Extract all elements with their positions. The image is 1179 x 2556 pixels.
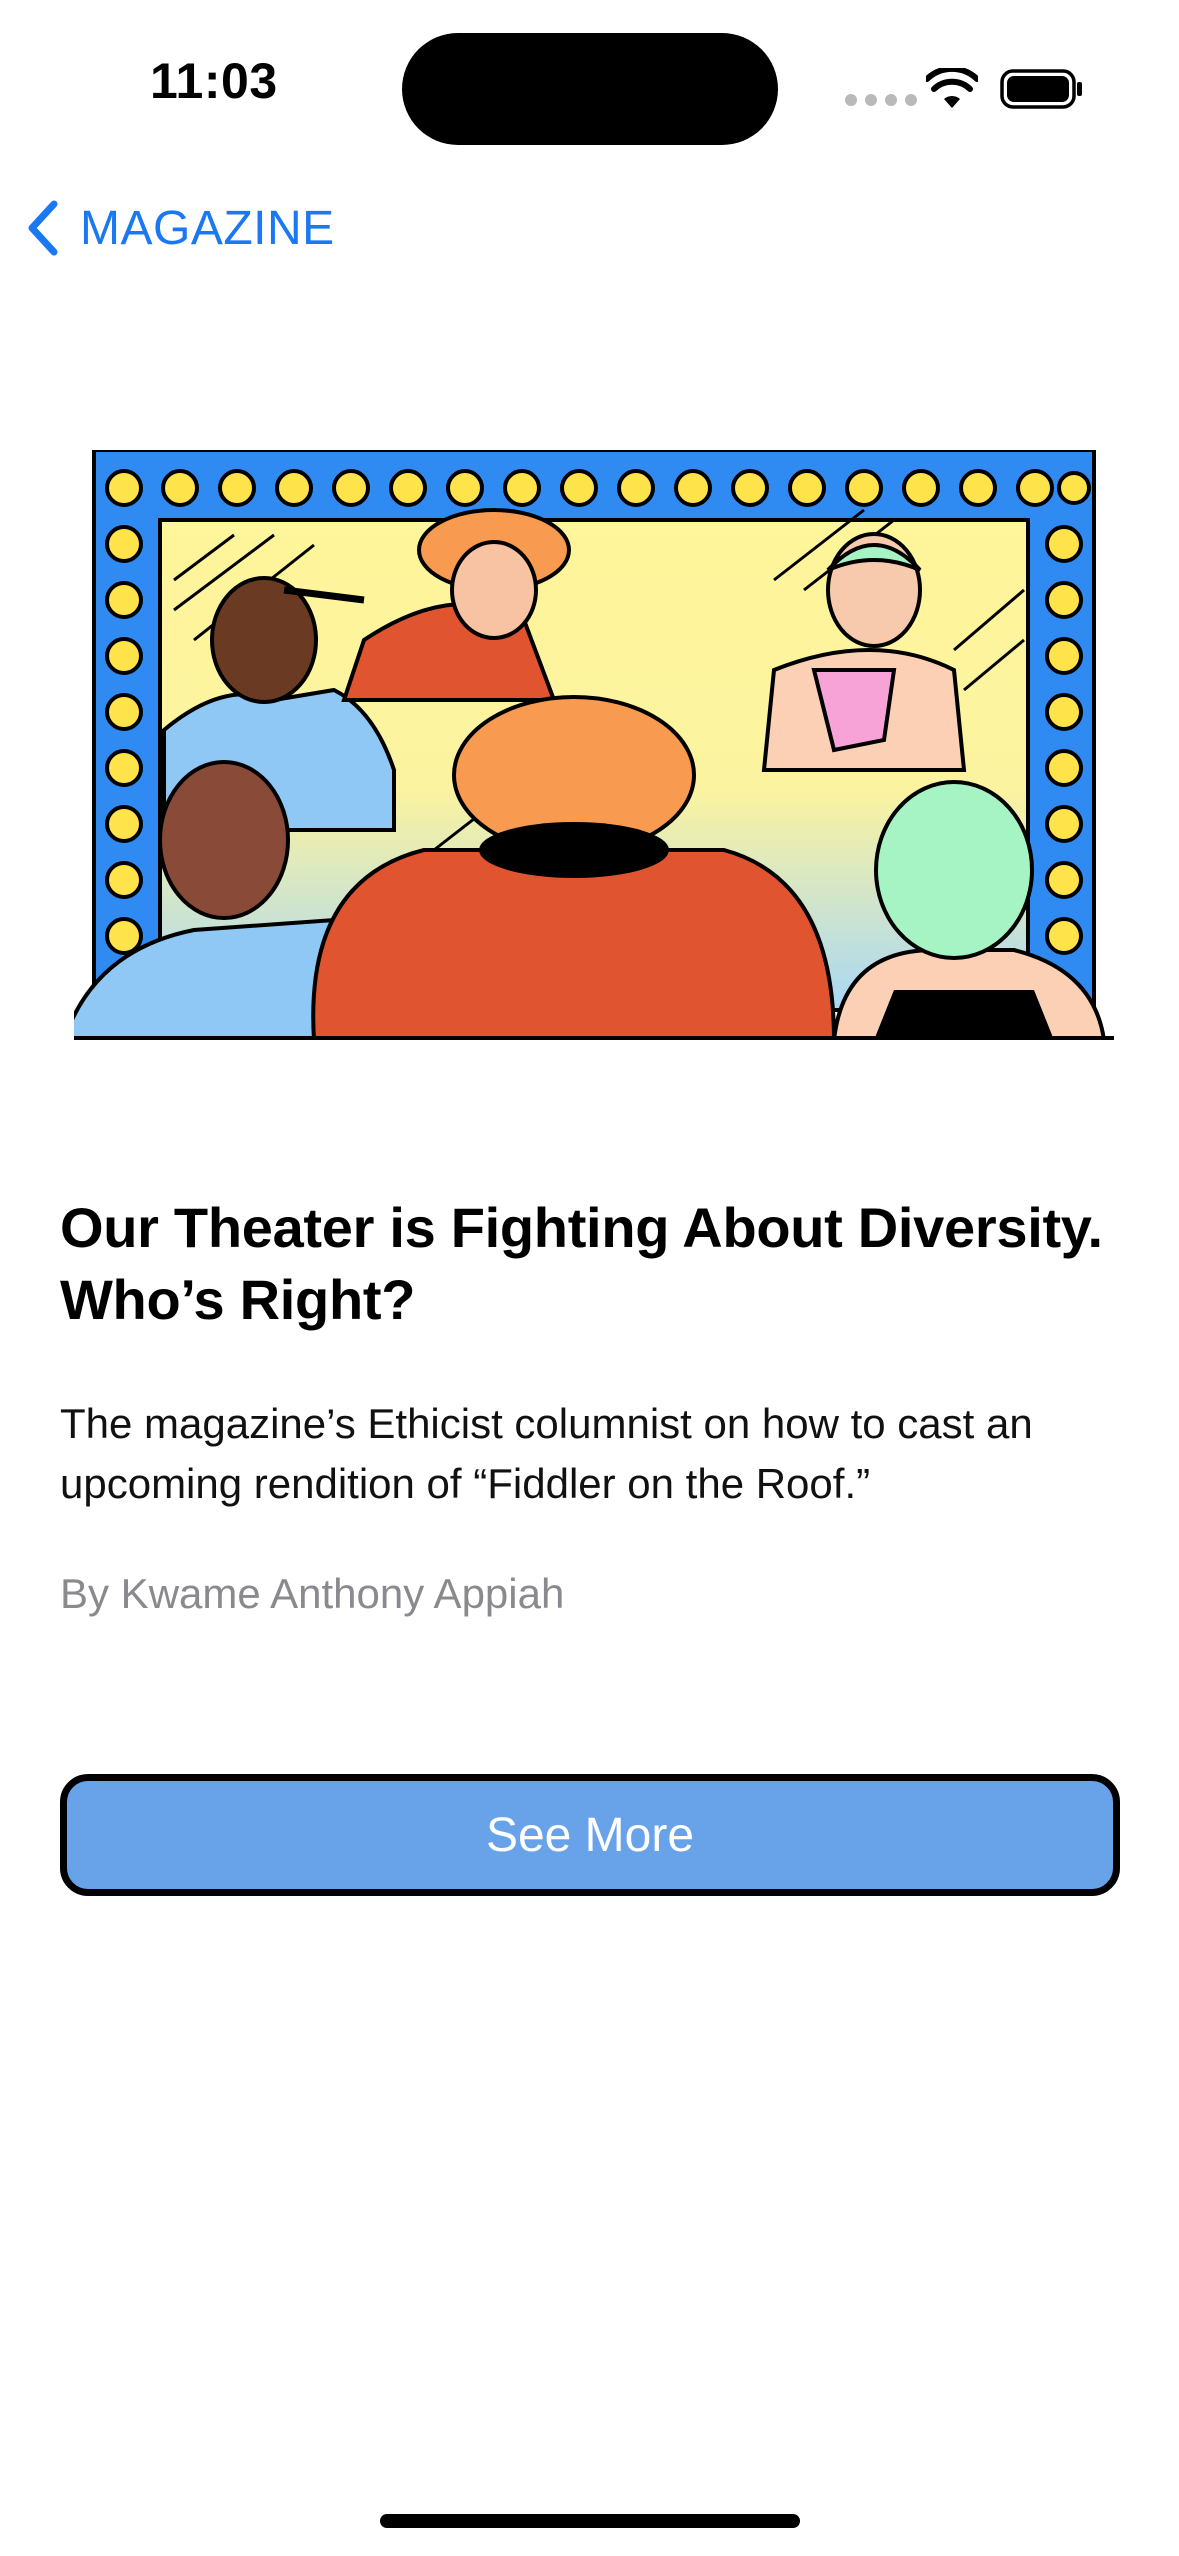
article-illustration bbox=[74, 450, 1114, 1040]
status-time: 11:03 bbox=[150, 53, 278, 109]
article-byline: By Kwame Anthony Appiah bbox=[60, 1570, 565, 1617]
dynamic-island bbox=[402, 33, 778, 145]
article-title: Our Theater is Fighting About Diversity.… bbox=[60, 1196, 1103, 1331]
battery-icon bbox=[1000, 69, 1082, 109]
chevron-left-icon bbox=[28, 200, 58, 256]
article-subtitle: The magazine’s Ethicist columnist on how… bbox=[60, 1400, 1033, 1507]
back-label: MAGAZINE bbox=[80, 201, 335, 255]
see-more-button[interactable]: See More bbox=[60, 1774, 1120, 1896]
back-button[interactable]: MAGAZINE bbox=[22, 196, 335, 260]
cellular-signal-icon bbox=[845, 94, 917, 106]
see-more-label: See More bbox=[485, 1808, 695, 1862]
wifi-icon bbox=[926, 68, 978, 108]
home-indicator[interactable] bbox=[380, 2514, 800, 2528]
